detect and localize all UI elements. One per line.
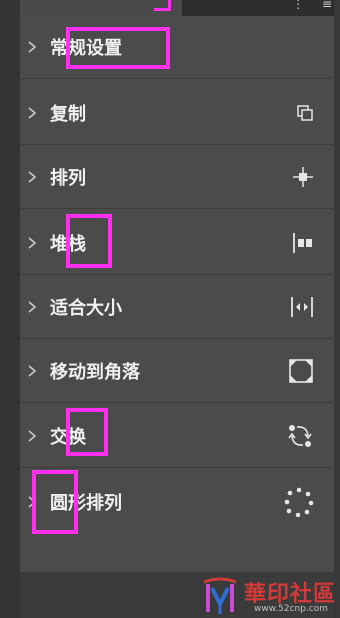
section-circular-arrange[interactable]: 圆形排列 [20,470,334,533]
section-swap[interactable]: 交换 [20,405,334,468]
chevron-right-icon [26,16,38,78]
swap-icon [286,405,314,467]
app-frame: ⋮ ≡ 常规设置 复制 排列 堆栈 适合大小 移动到角落 交换 圆形排列 華印社… [0,0,340,618]
active-tab[interactable] [6,0,183,16]
section-label: 圆形排列 [50,492,122,514]
section-arrange[interactable]: 排列 [20,146,334,209]
section-label: 交换 [50,427,86,448]
watermark: 華印社區 www.52cnp.com [192,574,338,618]
chevron-right-icon [26,82,38,144]
scrollbar[interactable] [334,0,340,618]
section-label: 常规设置 [50,38,122,59]
chevron-right-icon [26,276,38,338]
duplicate-icon [296,82,314,144]
chevron-right-icon [26,405,38,467]
chevron-right-icon [26,212,38,274]
move-to-corner-icon [288,340,314,402]
section-label: 堆栈 [50,234,86,255]
section-label: 适合大小 [50,298,122,319]
arrange-move-icon [292,146,314,208]
tab-more-icon[interactable]: ≡ [322,0,332,11]
section-duplicate[interactable]: 复制 [20,82,334,145]
section-label: 移动到角落 [50,362,140,383]
top-tab-strip: ⋮ ≡ [0,0,340,16]
chevron-right-icon [26,340,38,402]
section-stack[interactable]: 堆栈 [20,212,334,275]
chevron-right-icon [26,470,38,533]
section-fit-size[interactable]: 适合大小 [20,276,334,339]
tab-menu-icon[interactable]: ⋮ [292,0,304,11]
section-label: 复制 [50,104,86,125]
section-general-settings[interactable]: 常规设置 [20,16,334,79]
tab-strip-icons[interactable]: ⋮ ≡ [278,0,332,11]
fit-size-icon [290,276,314,338]
stack-icon [292,212,314,274]
chevron-right-icon [26,146,38,208]
transform-panel: 常规设置 复制 排列 堆栈 适合大小 移动到角落 交换 圆形排列 [20,16,334,572]
watermark-url: www.52cnp.com [254,604,329,614]
watermark-logo-icon [203,577,237,614]
circular-arrange-icon [284,470,314,533]
highlight-marker [154,0,171,11]
section-move-to-corner[interactable]: 移动到角落 [20,340,334,403]
left-edge-bar [0,0,20,618]
section-label: 排列 [50,168,86,189]
